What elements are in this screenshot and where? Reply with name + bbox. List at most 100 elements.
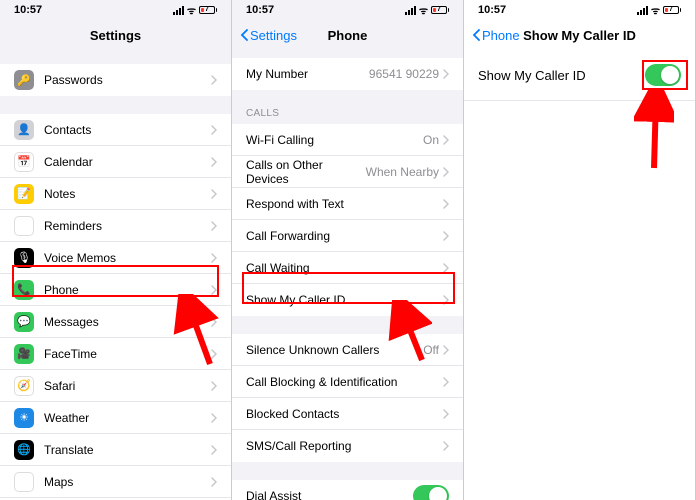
chevron-right-icon — [443, 263, 449, 273]
settings-row-maps[interactable]: 🗺 Maps — [0, 466, 231, 498]
calls-section-header: CALLS — [232, 108, 463, 124]
settings-row-safari[interactable]: 🧭 Safari — [0, 370, 231, 402]
row-call-forwarding[interactable]: Call Forwarding — [232, 220, 463, 252]
show-caller-id-label: Show My Caller ID — [478, 68, 586, 83]
row-label: Call Forwarding — [246, 229, 443, 243]
row-label: Phone — [44, 283, 211, 297]
wifi-icon: ᯤ — [187, 3, 196, 17]
row-label: Maps — [44, 475, 211, 489]
back-label: Phone — [482, 28, 520, 43]
row-wi-fi-calling[interactable]: Wi-Fi CallingOn — [232, 124, 463, 156]
status-indicators: ᯤ 7 — [637, 3, 681, 17]
settings-row-phone[interactable]: 📞 Phone — [0, 274, 231, 306]
phone-settings-content[interactable]: My Number 96541 90229 CALLS Wi-Fi Callin… — [232, 50, 463, 500]
row-value: On — [423, 133, 439, 147]
row-label: FaceTime — [44, 347, 211, 361]
status-time: 10:57 — [246, 4, 274, 16]
maps-icon: 🗺 — [14, 472, 34, 492]
status-bar: 10:57 ᯤ 7 — [232, 0, 463, 20]
dial-assist-row[interactable]: Dial Assist — [232, 480, 463, 500]
chevron-right-icon — [443, 409, 449, 419]
page-title: Show My Caller ID — [523, 28, 636, 43]
chevron-right-icon — [211, 253, 217, 263]
row-label: Safari — [44, 379, 211, 393]
settings-row-reminders[interactable]: ☑ Reminders — [0, 210, 231, 242]
chevron-right-icon — [443, 135, 449, 145]
back-button[interactable]: Settings — [240, 28, 297, 43]
row-label: Translate — [44, 443, 211, 457]
chevron-right-icon — [211, 189, 217, 199]
notes-icon: 📝 — [14, 184, 34, 204]
row-sms-call-reporting[interactable]: SMS/Call Reporting — [232, 430, 463, 462]
chevron-right-icon — [211, 413, 217, 423]
settings-row-calendar[interactable]: 📅Calendar — [0, 146, 231, 178]
row-call-blocking-identification[interactable]: Call Blocking & Identification — [232, 366, 463, 398]
reminders-icon: ☑ — [14, 216, 34, 236]
row-show-my-caller-id[interactable]: Show My Caller ID — [232, 284, 463, 316]
row-label: Blocked Contacts — [246, 407, 443, 421]
safari-icon: 🧭 — [14, 376, 34, 396]
nav-bar: Settings — [0, 20, 231, 50]
row-label: Wi-Fi Calling — [246, 133, 423, 147]
row-label: Passwords — [44, 73, 211, 87]
settings-list[interactable]: 🔑Passwords 👤 Contacts 📅Calendar📝Notes ☑ Remin… — [0, 50, 231, 500]
status-bar: 10:57 ᯤ 7 — [464, 0, 695, 20]
contacts-icon: 👤 — [14, 120, 34, 140]
nav-bar: Phone Show My Caller ID — [464, 20, 695, 50]
signal-icon — [173, 6, 184, 15]
settings-panel: 10:57 ᯤ 7 Settings 🔑Passwords 👤 Contacts 📅C… — [0, 0, 232, 500]
row-label: Weather — [44, 411, 211, 425]
row-calls-on-other-devices[interactable]: Calls on Other DevicesWhen Nearby — [232, 156, 463, 188]
my-number-row[interactable]: My Number 96541 90229 — [232, 58, 463, 90]
row-blocked-contacts[interactable]: Blocked Contacts — [232, 398, 463, 430]
settings-row-voice-memos[interactable]: 🎙Voice Memos — [0, 242, 231, 274]
chevron-right-icon — [443, 345, 449, 355]
settings-row-contacts[interactable]: 👤 Contacts — [0, 114, 231, 146]
row-label: Contacts — [44, 123, 211, 137]
status-indicators: ᯤ 7 — [173, 3, 217, 17]
signal-icon — [637, 6, 648, 15]
row-label: Call Blocking & Identification — [246, 375, 443, 389]
battery-icon: 7 — [431, 6, 449, 14]
row-label: Respond with Text — [246, 197, 443, 211]
row-respond-with-text[interactable]: Respond with Text — [232, 188, 463, 220]
chevron-right-icon — [443, 441, 449, 451]
page-title: Settings — [90, 28, 141, 43]
back-button[interactable]: Phone — [472, 28, 520, 43]
show-caller-id-row: Show My Caller ID — [464, 50, 695, 101]
battery-icon: 7 — [199, 6, 217, 14]
settings-row-weather[interactable]: ☀ Weather — [0, 402, 231, 434]
row-label: Calls on Other Devices — [246, 158, 366, 186]
chevron-right-icon — [211, 317, 217, 327]
chevron-right-icon — [211, 157, 217, 167]
row-silence-unknown-callers[interactable]: Silence Unknown CallersOff — [232, 334, 463, 366]
signal-icon — [405, 6, 416, 15]
battery-icon: 7 — [663, 6, 681, 14]
settings-row-notes[interactable]: 📝Notes — [0, 178, 231, 210]
row-label: SMS/Call Reporting — [246, 439, 443, 453]
wifi-icon: ᯤ — [651, 3, 660, 17]
row-label: Calendar — [44, 155, 211, 169]
settings-row-passwords[interactable]: 🔑Passwords — [0, 64, 231, 96]
row-label: Messages — [44, 315, 211, 329]
row-call-waiting[interactable]: Call Waiting — [232, 252, 463, 284]
row-label: Show My Caller ID — [246, 293, 443, 307]
dial-assist-toggle[interactable] — [413, 485, 449, 500]
settings-row-messages[interactable]: 💬Messages — [0, 306, 231, 338]
row-label: Reminders — [44, 219, 211, 233]
phone-icon: 📞 — [14, 280, 34, 300]
show-caller-id-toggle[interactable] — [645, 64, 681, 86]
chevron-right-icon — [443, 295, 449, 305]
my-number-value: 96541 90229 — [369, 67, 439, 81]
row-label: Silence Unknown Callers — [246, 343, 423, 357]
settings-row-facetime[interactable]: 🎥 FaceTime — [0, 338, 231, 370]
my-number-label: My Number — [246, 67, 369, 81]
chevron-left-icon — [240, 29, 248, 41]
settings-row-translate[interactable]: 🌐Translate — [0, 434, 231, 466]
weather-icon: ☀ — [14, 408, 34, 428]
chevron-left-icon — [472, 29, 480, 41]
chevron-right-icon — [443, 199, 449, 209]
chevron-right-icon — [211, 125, 217, 135]
status-bar: 10:57 ᯤ 7 — [0, 0, 231, 20]
facetime-icon: 🎥 — [14, 344, 34, 364]
